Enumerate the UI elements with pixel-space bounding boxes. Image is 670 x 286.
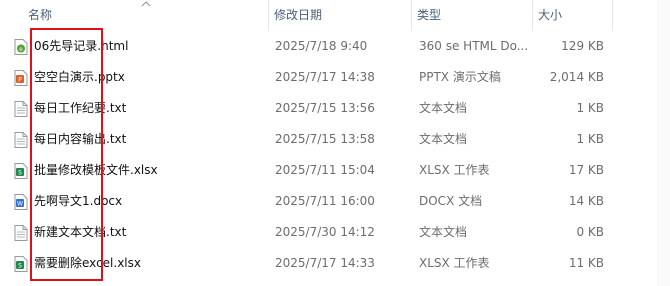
docx-file-icon: W xyxy=(14,194,28,210)
column-header-bar: 名称 修改日期 类型 大小 xyxy=(0,0,670,31)
file-date: 2025/7/15 13:56 xyxy=(275,101,375,115)
file-date: 2025/7/11 16:00 xyxy=(275,194,375,208)
file-row[interactable]: P 空空白演示.pptx 2025/7/17 14:38 PPTX 演示文稿 2… xyxy=(0,62,670,93)
file-name: 空空白演示.pptx xyxy=(34,70,125,84)
file-row[interactable]: S 批量修改模板文件.xlsx 2025/7/11 15:04 XLSX 工作表… xyxy=(0,155,670,186)
file-row[interactable]: e 06先导记录.html 2025/7/18 9:40 360 se HTML… xyxy=(0,31,670,62)
file-size: 1 KB xyxy=(576,132,604,146)
file-name: 每日内容输出.txt xyxy=(34,132,127,146)
column-header-size[interactable]: 大小 xyxy=(532,0,612,31)
svg-text:W: W xyxy=(17,201,23,208)
txt-file-icon xyxy=(14,101,28,117)
file-name: 需要删除excel.xlsx xyxy=(34,256,141,270)
file-type: 360 se HTML Do... xyxy=(419,39,529,53)
column-header-date[interactable]: 修改日期 xyxy=(268,0,411,31)
svg-text:P: P xyxy=(18,77,22,84)
xlsx-file-icon: S xyxy=(14,256,28,272)
file-date: 2025/7/30 14:12 xyxy=(275,225,375,239)
file-name: 06先导记录.html xyxy=(34,39,129,53)
file-name: 先啊导文1.docx xyxy=(34,194,123,208)
column-header-type[interactable]: 类型 xyxy=(411,0,532,31)
pptx-file-icon: P xyxy=(14,70,28,86)
file-date: 2025/7/15 13:58 xyxy=(275,132,375,146)
file-name: 新建文本文档.txt xyxy=(34,225,127,239)
file-row[interactable]: W 先啊导文1.docx 2025/7/11 16:00 DOCX 文档 14 … xyxy=(0,186,670,217)
txt-file-icon xyxy=(14,132,28,148)
file-date: 2025/7/18 9:40 xyxy=(275,39,368,53)
file-type: PPTX 演示文稿 xyxy=(419,70,501,84)
file-size: 0 KB xyxy=(576,225,604,239)
file-row[interactable]: 新建文本文档.txt 2025/7/30 14:12 文本文档 0 KB xyxy=(0,217,670,248)
xlsx-file-icon: S xyxy=(14,163,28,179)
file-type: XLSX 工作表 xyxy=(419,163,490,177)
file-date: 2025/7/17 14:38 xyxy=(275,70,375,84)
file-type: XLSX 工作表 xyxy=(419,256,490,270)
file-size: 2,014 KB xyxy=(549,70,604,84)
file-size: 1 KB xyxy=(576,101,604,115)
file-date: 2025/7/17 14:33 xyxy=(275,256,375,270)
html-file-icon: e xyxy=(14,39,28,55)
column-divider[interactable] xyxy=(612,0,613,31)
file-size: 129 KB xyxy=(561,39,604,53)
file-name: 批量修改模板文件.xlsx xyxy=(34,163,158,177)
file-type: 文本文档 xyxy=(419,225,468,239)
column-header-name[interactable]: 名称 xyxy=(22,0,262,31)
file-size: 17 KB xyxy=(568,163,604,177)
txt-file-icon xyxy=(14,225,28,241)
file-row[interactable]: S 需要删除excel.xlsx 2025/7/17 14:33 XLSX 工作… xyxy=(0,248,670,279)
file-type: DOCX 文档 xyxy=(419,194,483,208)
file-type: 文本文档 xyxy=(419,132,468,146)
vertical-scrollbar[interactable] xyxy=(657,0,670,286)
svg-text:S: S xyxy=(18,263,22,270)
file-row[interactable]: 每日工作纪要.txt 2025/7/15 13:56 文本文档 1 KB xyxy=(0,93,670,124)
file-size: 14 KB xyxy=(568,194,604,208)
file-name: 每日工作纪要.txt xyxy=(34,101,127,115)
svg-text:e: e xyxy=(19,46,23,53)
file-size: 11 KB xyxy=(568,256,604,270)
file-type: 文本文档 xyxy=(419,101,468,115)
file-date: 2025/7/11 15:04 xyxy=(275,163,375,177)
file-row[interactable]: 每日内容输出.txt 2025/7/15 13:58 文本文档 1 KB xyxy=(0,124,670,155)
svg-text:S: S xyxy=(18,170,22,177)
